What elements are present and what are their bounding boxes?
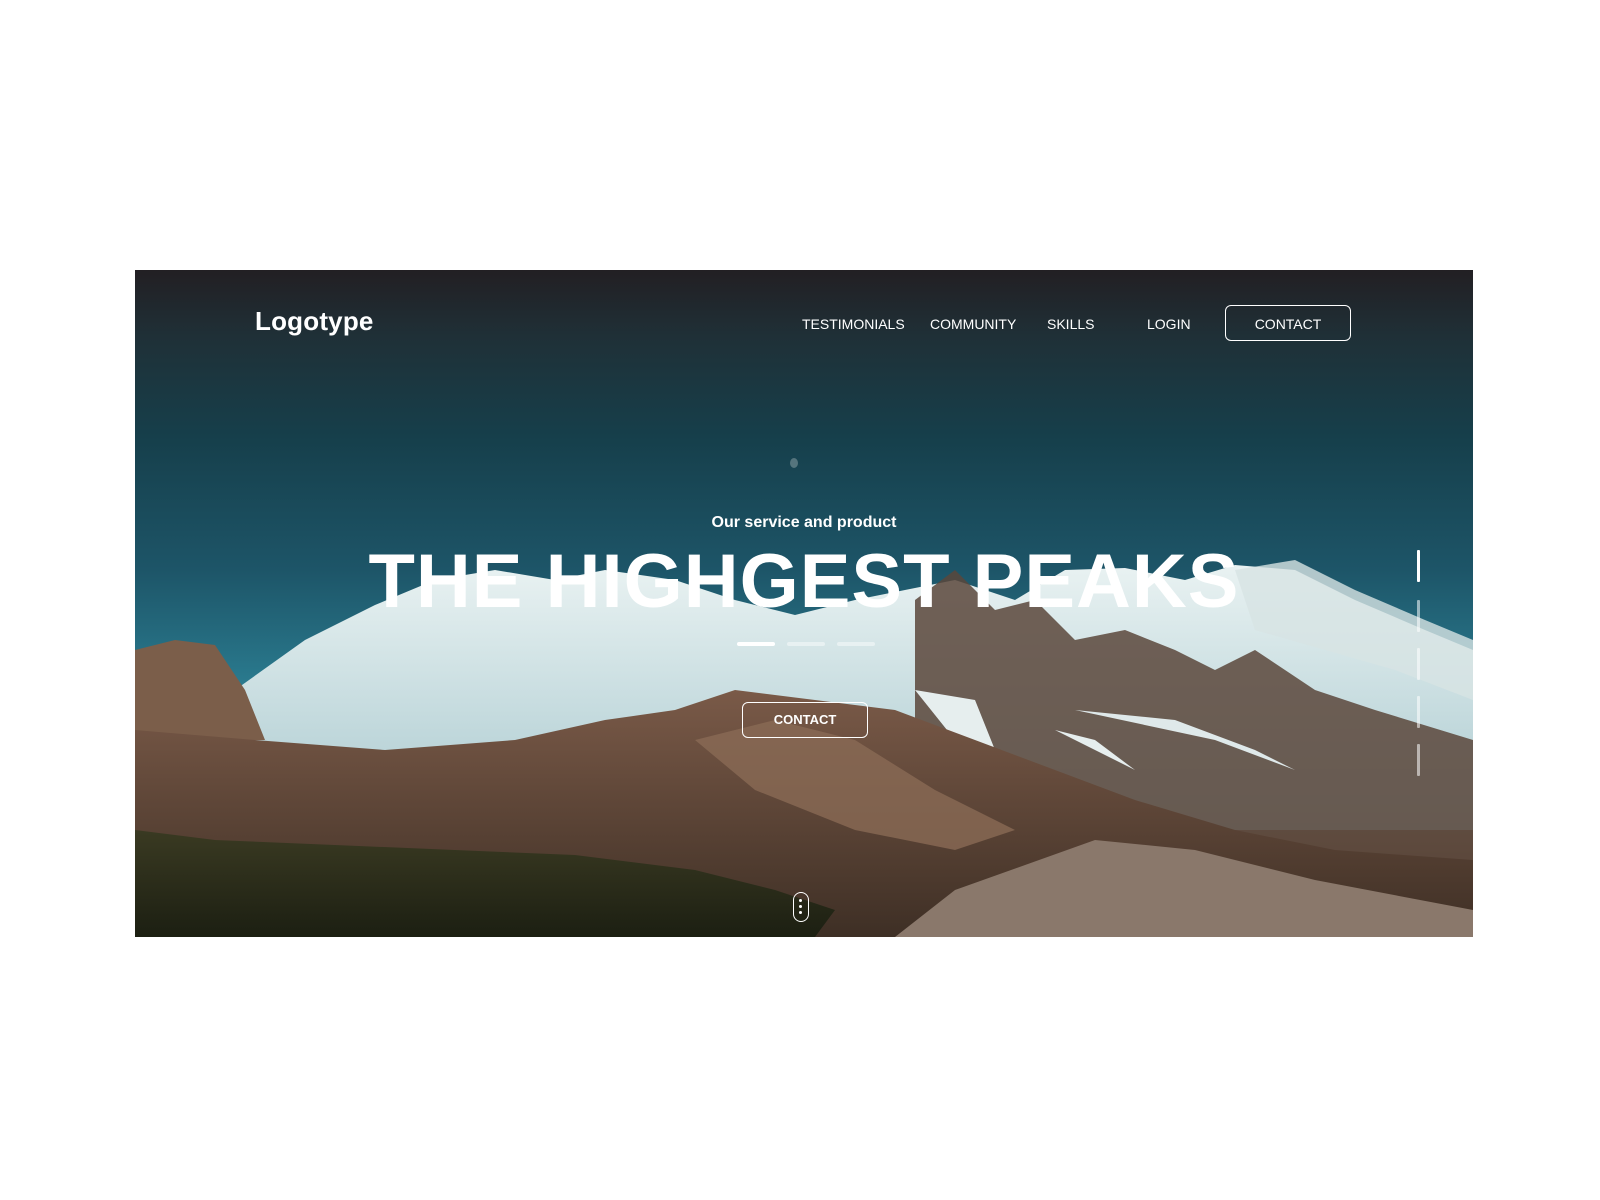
- side-indicator-3[interactable]: [1417, 648, 1420, 680]
- hero-subtitle: Our service and product: [711, 514, 897, 531]
- side-indicator-1[interactable]: [1417, 550, 1420, 582]
- slider-dash-1[interactable]: [737, 642, 775, 646]
- hero-title: THE HIGHGEST PEAKS: [368, 539, 1240, 624]
- nav-item-community[interactable]: COMMUNITY: [930, 316, 1016, 332]
- side-section-indicator: [1415, 550, 1423, 780]
- scroll-dot: [799, 911, 802, 914]
- slider-dash-2[interactable]: [787, 642, 825, 646]
- nav-item-testimonials[interactable]: TESTIMONIALS: [802, 316, 905, 332]
- scroll-down-icon[interactable]: [793, 892, 809, 922]
- side-indicator-5[interactable]: [1417, 744, 1420, 776]
- hero-section: Logotype TESTIMONIALS COMMUNITY SKILLS L…: [135, 270, 1473, 937]
- side-indicator-2[interactable]: [1417, 600, 1420, 632]
- nav-item-login[interactable]: LOGIN: [1147, 316, 1191, 332]
- moon-shape: [790, 458, 798, 468]
- nav-item-skills[interactable]: SKILLS: [1047, 316, 1094, 332]
- slider-dash-3[interactable]: [837, 642, 875, 646]
- scroll-dot: [799, 899, 802, 902]
- nav-contact-button[interactable]: CONTACT: [1225, 305, 1351, 341]
- hero-contact-button[interactable]: CONTACT: [742, 702, 868, 738]
- scroll-dot: [799, 905, 802, 908]
- side-indicator-4[interactable]: [1417, 696, 1420, 728]
